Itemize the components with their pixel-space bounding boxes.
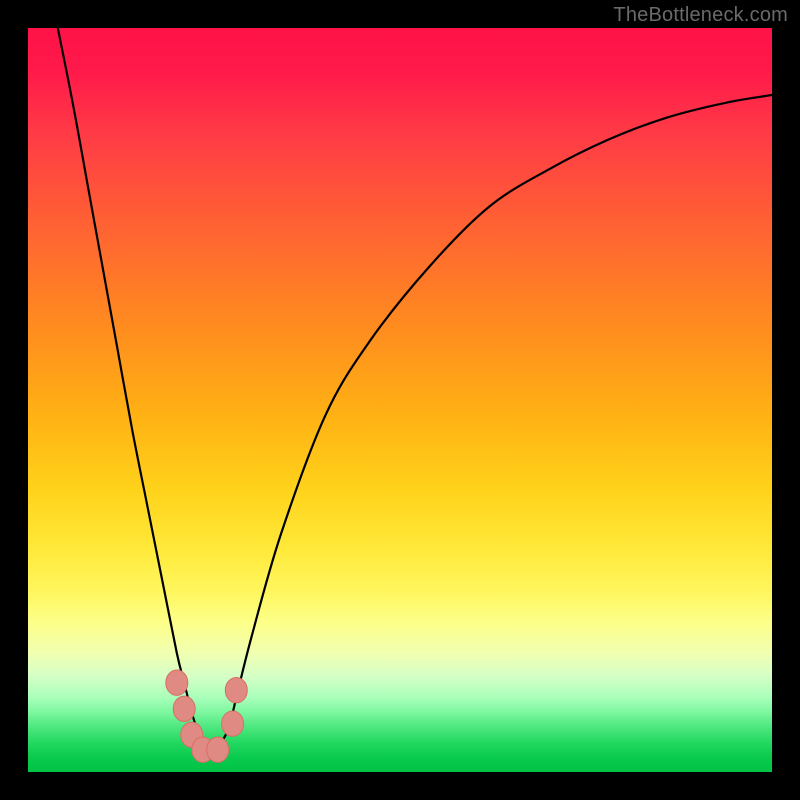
bottleneck-curve [58,28,772,751]
highlight-dot [225,678,247,703]
highlight-dot [207,737,229,762]
chart-frame: TheBottleneck.com [0,0,800,800]
curve-svg [28,28,772,772]
highlight-dot [222,711,244,736]
highlight-dot [173,696,195,721]
plot-area [28,28,772,772]
attribution-text: TheBottleneck.com [613,4,788,27]
highlight-dot [166,670,188,695]
highlight-dots [166,670,248,762]
